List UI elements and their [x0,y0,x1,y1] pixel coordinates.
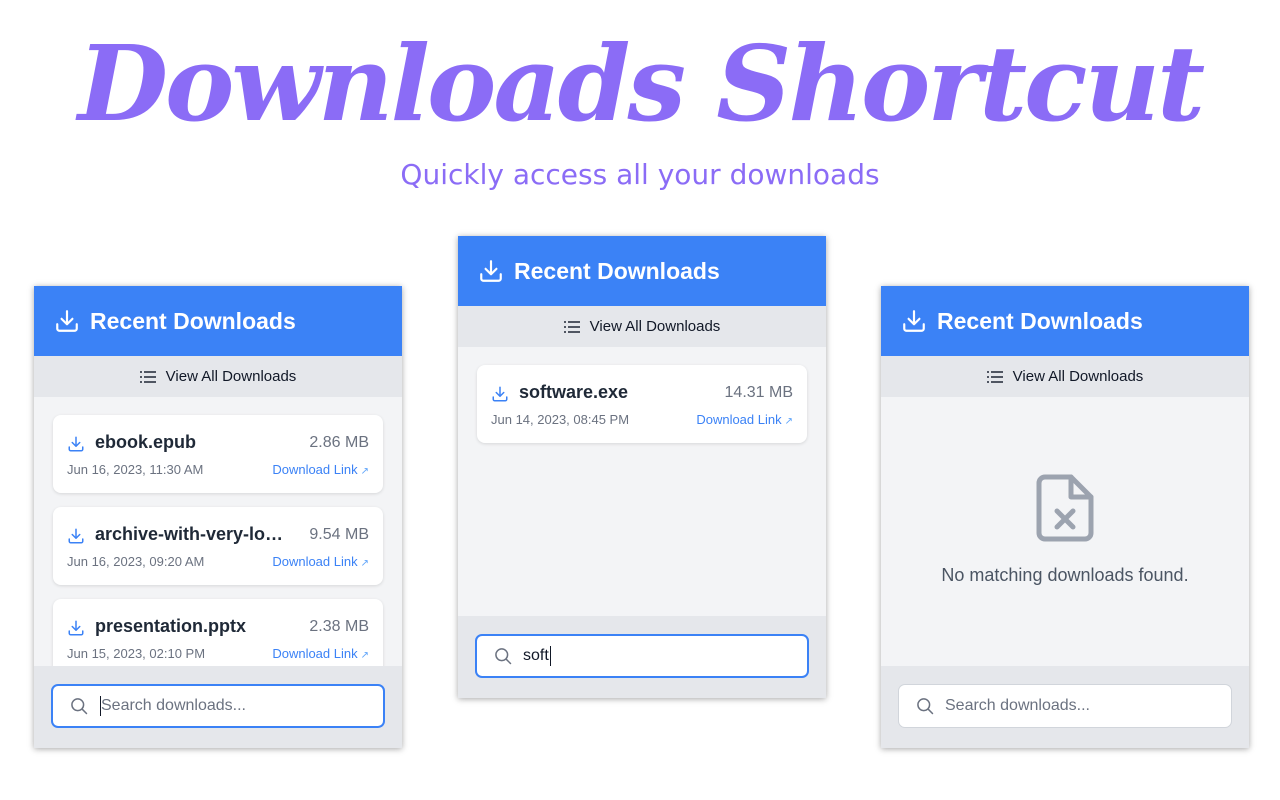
search-box[interactable] [51,684,385,728]
popup-panel-empty: Recent Downloads View All Downloads No m… [881,286,1249,748]
popup-panel-filtered: Recent Downloads View All Downloads soft… [458,236,826,698]
list-icon [986,370,1003,383]
download-link-label: Download Link [272,646,358,661]
download-item[interactable]: archive-with-very-lo… 9.54 MB Jun 16, 20… [53,507,383,585]
downloads-list: ebook.epub 2.86 MB Jun 16, 2023, 11:30 A… [34,397,402,666]
download-link[interactable]: Download Link ↗ [272,462,369,477]
download-tray-icon [903,310,925,332]
download-tray-icon [56,310,78,332]
download-link[interactable]: Download Link ↗ [272,646,369,661]
download-link[interactable]: Download Link ↗ [272,554,369,569]
download-icon [68,620,84,636]
list-icon [139,370,156,383]
search-bar [881,666,1249,748]
panel-title: Recent Downloads [937,307,1143,334]
download-date: Jun 16, 2023, 09:20 AM [67,554,205,569]
list-icon [563,320,580,333]
hero-title: Downloads Shortcut [77,22,1205,145]
download-date: Jun 16, 2023, 11:30 AM [67,462,204,477]
external-link-icon: ↗ [784,416,793,427]
download-icon [68,436,84,452]
search-input[interactable] [945,697,1231,715]
download-item[interactable]: ebook.epub 2.86 MB Jun 16, 2023, 11:30 A… [53,415,383,493]
view-all-downloads-button[interactable]: View All Downloads [458,306,826,347]
empty-message: No matching downloads found. [941,565,1189,585]
download-date: Jun 14, 2023, 08:45 PM [491,412,630,427]
search-icon [917,698,934,715]
file-name: ebook.epub [95,432,197,452]
file-size: 14.31 MB [724,384,793,401]
external-link-icon: ↗ [360,558,369,569]
download-date: Jun 15, 2023, 02:10 PM [67,646,206,661]
download-link[interactable]: Download Link ↗ [696,412,793,427]
external-link-icon: ↗ [360,650,369,661]
download-link-label: Download Link [272,554,358,569]
search-input[interactable]: soft [523,646,551,666]
downloads-list: software.exe 14.31 MB Jun 14, 2023, 08:4… [458,347,826,616]
download-tray-icon [480,260,502,282]
search-icon [495,648,512,665]
popup-panel-full-list: Recent Downloads View All Downloads eboo… [34,286,402,748]
panel-header: Recent Downloads [34,286,402,356]
download-link-label: Download Link [696,412,782,427]
hero-subtitle: Quickly access all your downloads [400,158,880,191]
search-icon [71,698,88,715]
panel-title: Recent Downloads [514,257,720,284]
file-size: 2.86 MB [309,434,369,451]
download-item[interactable]: presentation.pptx 2.38 MB Jun 15, 2023, … [53,599,383,666]
view-all-downloads-button[interactable]: View All Downloads [34,356,402,397]
download-item[interactable]: software.exe 14.31 MB Jun 14, 2023, 08:4… [477,365,807,443]
search-bar: soft [458,616,826,698]
search-box[interactable]: soft [475,634,809,678]
search-box[interactable] [898,684,1232,728]
download-link-label: Download Link [272,462,358,477]
text-caret [549,646,551,666]
search-bar [34,666,402,748]
panel-header: Recent Downloads [881,286,1249,356]
view-all-label: View All Downloads [165,368,297,385]
search-input[interactable] [101,697,383,715]
file-x-icon [1036,474,1094,542]
external-link-icon: ↗ [360,466,369,477]
empty-state: No matching downloads found. [881,397,1249,666]
download-icon [68,528,84,544]
view-all-label: View All Downloads [589,318,721,335]
file-size: 2.38 MB [309,618,369,635]
file-size: 9.54 MB [309,526,369,543]
file-name: archive-with-very-lo… [95,524,284,544]
view-all-label: View All Downloads [1012,368,1144,385]
panel-header: Recent Downloads [458,236,826,306]
search-input-value: soft [523,647,549,664]
panel-title: Recent Downloads [90,307,296,334]
file-name: software.exe [519,382,629,402]
download-icon [492,386,508,402]
view-all-downloads-button[interactable]: View All Downloads [881,356,1249,397]
file-name: presentation.pptx [95,616,247,636]
